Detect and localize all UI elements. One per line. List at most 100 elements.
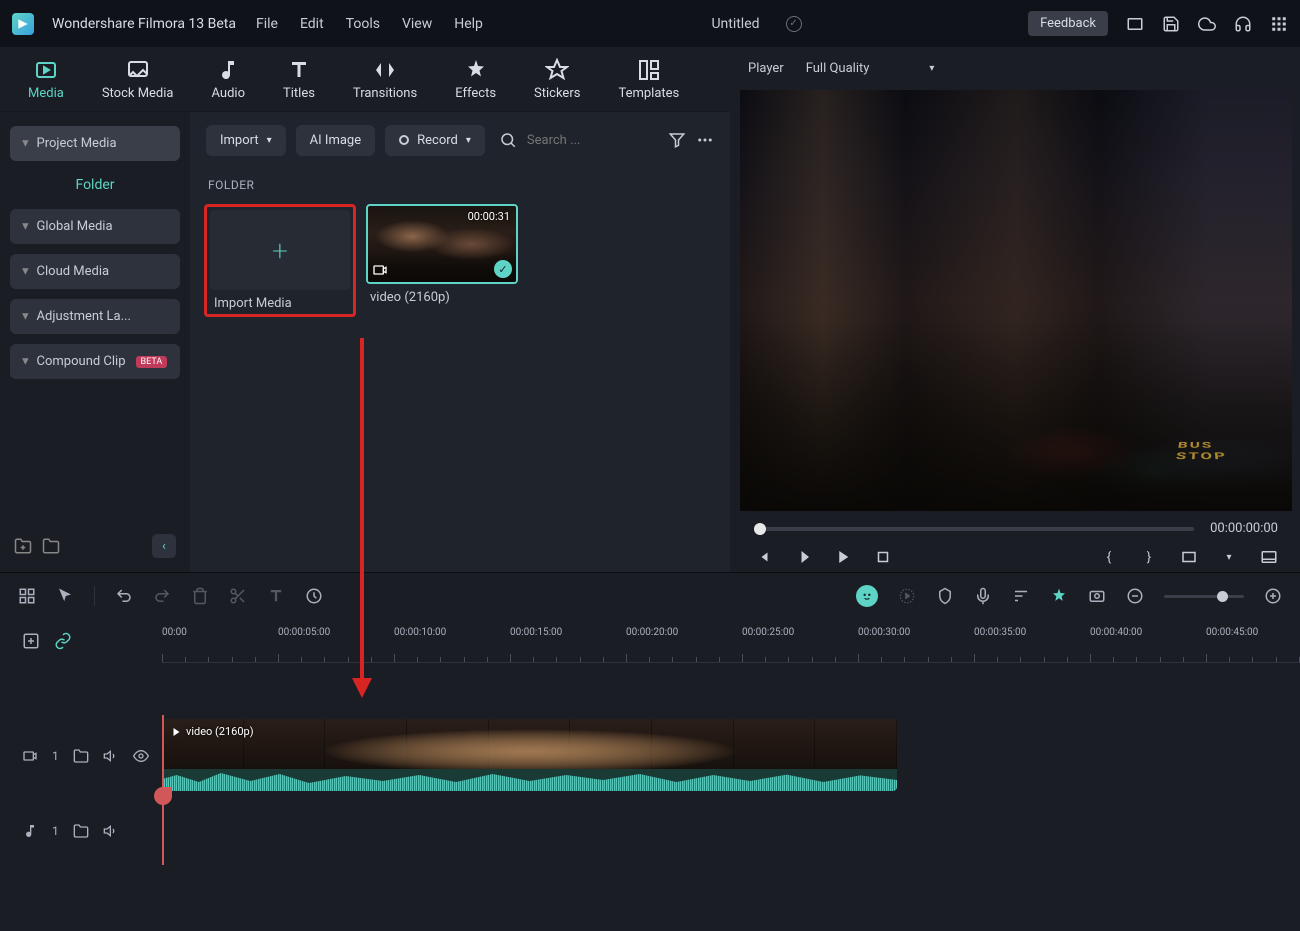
timeline-ruler[interactable]: 00:0000:00:05:0000:00:10:0000:00:15:0000… [162, 619, 1300, 663]
render-button[interactable] [898, 587, 916, 605]
playhead[interactable] [162, 715, 164, 865]
new-folder-icon[interactable] [14, 537, 32, 555]
quality-select[interactable]: Full Quality▾ [798, 57, 943, 80]
mark-out-button[interactable]: } [1140, 548, 1158, 566]
clip-used-icon: ✓ [494, 260, 512, 278]
media-clip-1[interactable]: 00:00:31 ✓ video (2160p) [366, 204, 518, 317]
play-pause-button[interactable] [794, 548, 812, 566]
split-button[interactable] [229, 587, 247, 605]
media-sidebar: ▸Project Media Folder ▸Global Media ▸Clo… [0, 112, 190, 572]
prev-frame-button[interactable] [754, 548, 772, 566]
folder-icon[interactable] [42, 537, 60, 555]
tab-audio[interactable]: Audio [212, 58, 245, 101]
folder-header: FOLDER [190, 168, 730, 204]
tab-media[interactable]: Media [28, 58, 64, 101]
apps-icon[interactable] [1270, 15, 1288, 33]
sidebar-item-compound-clip[interactable]: ▸Compound ClipBETA [10, 344, 180, 379]
sidebar-item-adjustment-layer[interactable]: ▸Adjustment La... [10, 299, 180, 334]
sidebar-folder-label[interactable]: Folder [10, 171, 180, 199]
mark-in-button[interactable]: { [1100, 548, 1118, 566]
more-icon[interactable] [696, 131, 714, 149]
lock-audio-icon[interactable] [73, 823, 89, 839]
preview-overlay-text: BUSSTOP [1175, 440, 1228, 462]
video-track-1: 1 video (2160p) [0, 715, 1300, 797]
select-tool-icon[interactable] [56, 587, 74, 605]
grid-icon[interactable] [18, 587, 36, 605]
beta-badge: BETA [136, 356, 168, 368]
delete-button[interactable] [191, 587, 209, 605]
tab-transitions[interactable]: Transitions [353, 58, 417, 101]
search-box[interactable] [495, 131, 658, 149]
clip-waveform [162, 769, 897, 791]
sidebar-item-cloud-media[interactable]: ▸Cloud Media [10, 254, 180, 289]
ratio-chevron-icon[interactable]: ▾ [1220, 548, 1238, 566]
video-type-icon [372, 262, 388, 278]
voiceover-button[interactable] [974, 587, 992, 605]
app-logo [12, 13, 34, 35]
fullscreen-button[interactable] [1260, 548, 1278, 566]
record-button[interactable]: Record▾ [385, 125, 485, 156]
save-icon[interactable] [1162, 15, 1180, 33]
source-tabs: Media Stock Media Audio Titles Transitio… [0, 47, 730, 112]
marker-button[interactable] [936, 587, 954, 605]
app-name: Wondershare Filmora 13 Beta [52, 16, 236, 32]
media-browser: Import▾ AI Image Record▾ FOLDER + Import… [190, 112, 730, 572]
layout-icon[interactable] [1126, 15, 1144, 33]
undo-button[interactable] [115, 587, 133, 605]
stickers-icon [545, 58, 569, 82]
ai-assistant-button[interactable] [856, 585, 878, 607]
collapse-sidebar-button[interactable]: ‹ [152, 534, 176, 558]
filter-icon[interactable] [668, 131, 686, 149]
video-track-icon [22, 748, 38, 764]
transitions-icon [373, 58, 397, 82]
playback-scrubber[interactable] [754, 527, 1194, 531]
search-input[interactable] [527, 133, 607, 148]
mute-track-icon[interactable] [103, 748, 119, 764]
support-icon[interactable] [1234, 15, 1252, 33]
speed-button[interactable] [305, 587, 323, 605]
timeline-clip-1[interactable]: video (2160p) [162, 719, 897, 791]
menu-file[interactable]: File [254, 12, 280, 36]
import-button[interactable]: Import▾ [206, 125, 286, 156]
sidebar-item-global-media[interactable]: ▸Global Media [10, 209, 180, 244]
audio-icon [216, 58, 240, 82]
timeline-toolbar [0, 573, 1300, 619]
zoom-out-button[interactable] [1126, 587, 1144, 605]
import-media-tile[interactable]: + Import Media [204, 204, 356, 317]
media-icon [34, 58, 58, 82]
save-status-icon: ✓ [786, 16, 802, 32]
link-tracks-button[interactable] [54, 632, 72, 650]
lock-track-icon[interactable] [73, 748, 89, 764]
stop-button[interactable] [874, 548, 892, 566]
audio-mix-button[interactable] [1012, 587, 1030, 605]
mute-audio-icon[interactable] [103, 823, 119, 839]
document-title: Untitled [711, 16, 759, 32]
visibility-track-icon[interactable] [133, 748, 149, 764]
zoom-slider[interactable] [1164, 595, 1244, 598]
menu-edit[interactable]: Edit [298, 12, 326, 36]
tab-stickers[interactable]: Stickers [534, 58, 580, 101]
ai-image-button[interactable]: AI Image [296, 125, 375, 156]
tab-effects[interactable]: Effects [455, 58, 496, 101]
crop-ratio-button[interactable] [1180, 548, 1198, 566]
cloud-icon[interactable] [1198, 15, 1216, 33]
tab-templates[interactable]: Templates [618, 58, 679, 101]
snapshot-button[interactable] [1088, 587, 1106, 605]
menu-tools[interactable]: Tools [344, 12, 382, 36]
sidebar-item-project-media[interactable]: ▸Project Media [10, 126, 180, 161]
tab-titles[interactable]: Titles [283, 58, 315, 101]
auto-button[interactable] [1050, 587, 1068, 605]
timecode-display: 00:00:00:00 [1210, 521, 1278, 536]
effects-icon [464, 58, 488, 82]
menu-view[interactable]: View [400, 12, 434, 36]
text-button[interactable] [267, 587, 285, 605]
redo-button[interactable] [153, 587, 171, 605]
video-preview[interactable]: BUSSTOP [740, 90, 1292, 511]
zoom-in-button[interactable] [1264, 587, 1282, 605]
tab-stock-media[interactable]: Stock Media [102, 58, 174, 101]
add-track-button[interactable] [22, 632, 40, 650]
clip-duration: 00:00:31 [468, 210, 510, 223]
play-button[interactable] [834, 548, 852, 566]
menu-help[interactable]: Help [452, 12, 485, 36]
feedback-button[interactable]: Feedback [1028, 11, 1108, 36]
